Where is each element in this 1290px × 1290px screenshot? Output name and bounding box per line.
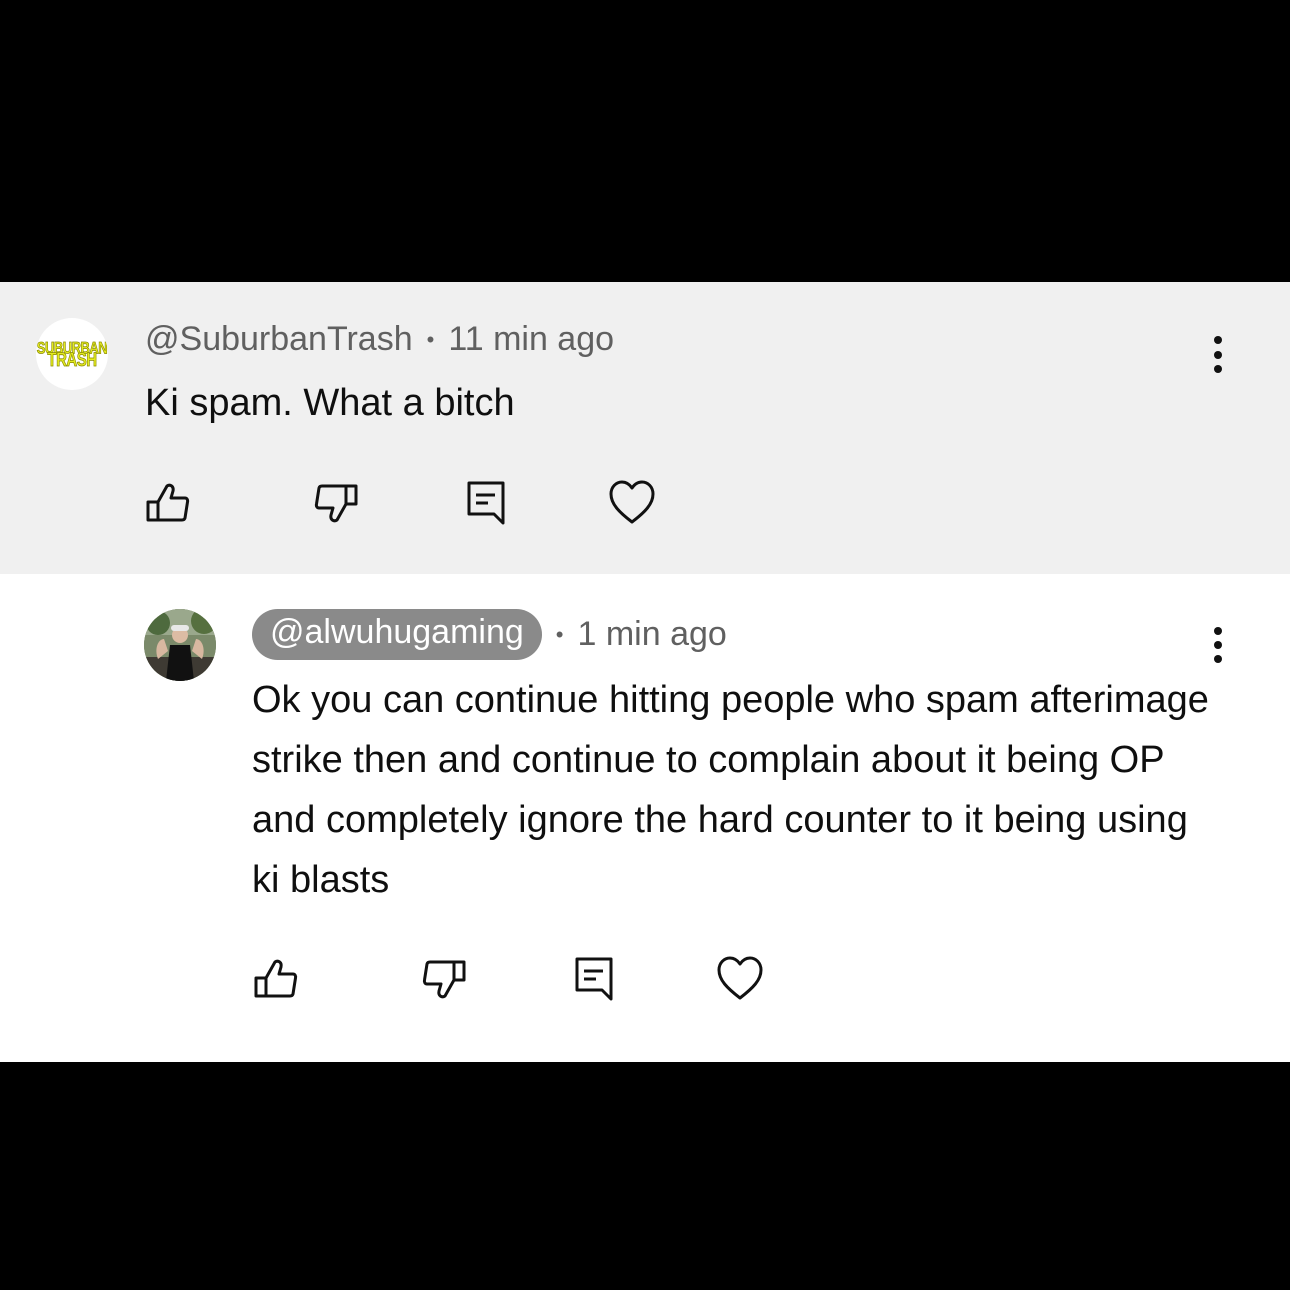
dot-icon bbox=[1214, 365, 1222, 373]
avatar[interactable]: SUBURBAN TRASH bbox=[36, 318, 108, 390]
reply-icon bbox=[467, 481, 505, 525]
comment-text: Ki spam. What a bitch bbox=[145, 382, 515, 424]
meta-separator: • bbox=[426, 326, 435, 352]
comment-parent: SUBURBAN TRASH @SuburbanTrash • 11 min a… bbox=[0, 282, 1290, 574]
more-options-button[interactable] bbox=[1208, 336, 1228, 373]
dislike-icon bbox=[422, 960, 466, 999]
comment-reply: @alwuhugaming • 1 min ago Ok you can con… bbox=[0, 574, 1290, 1062]
comment-text: Ok you can continue hitting people who s… bbox=[252, 679, 1209, 901]
comment-handle[interactable]: @alwuhugaming bbox=[252, 609, 542, 660]
reply-button[interactable] bbox=[569, 954, 619, 1004]
comment-time: 11 min ago bbox=[448, 320, 615, 358]
meta-separator: • bbox=[555, 621, 564, 647]
like-icon bbox=[254, 959, 298, 998]
avatar[interactable] bbox=[144, 609, 216, 681]
comment-handle[interactable]: @SuburbanTrash bbox=[145, 320, 413, 359]
more-options-button[interactable] bbox=[1208, 627, 1228, 663]
dislike-button[interactable] bbox=[419, 954, 469, 1004]
comment-meta: @SuburbanTrash • 11 min ago bbox=[145, 320, 614, 359]
dislike-icon bbox=[314, 484, 358, 523]
dot-icon bbox=[1214, 350, 1222, 359]
reply-icon bbox=[575, 957, 613, 1001]
dot-icon bbox=[1214, 641, 1222, 649]
dot-icon bbox=[1214, 627, 1222, 635]
like-icon bbox=[146, 483, 190, 522]
reply-button[interactable] bbox=[461, 478, 511, 528]
user-photo-avatar-icon bbox=[144, 609, 216, 681]
dot-icon bbox=[1214, 336, 1222, 344]
dislike-button[interactable] bbox=[311, 478, 361, 528]
heart-icon bbox=[717, 956, 763, 1000]
heart-button[interactable] bbox=[715, 954, 765, 1004]
logo-text-line2: TRASH bbox=[47, 348, 97, 371]
like-button[interactable] bbox=[251, 954, 301, 1004]
heart-icon bbox=[609, 480, 655, 524]
heart-button[interactable] bbox=[607, 478, 657, 528]
like-button[interactable] bbox=[143, 478, 193, 528]
dot-icon bbox=[1214, 655, 1222, 663]
comment-time: 1 min ago bbox=[577, 615, 727, 653]
comment-meta: @alwuhugaming • 1 min ago bbox=[252, 609, 727, 660]
